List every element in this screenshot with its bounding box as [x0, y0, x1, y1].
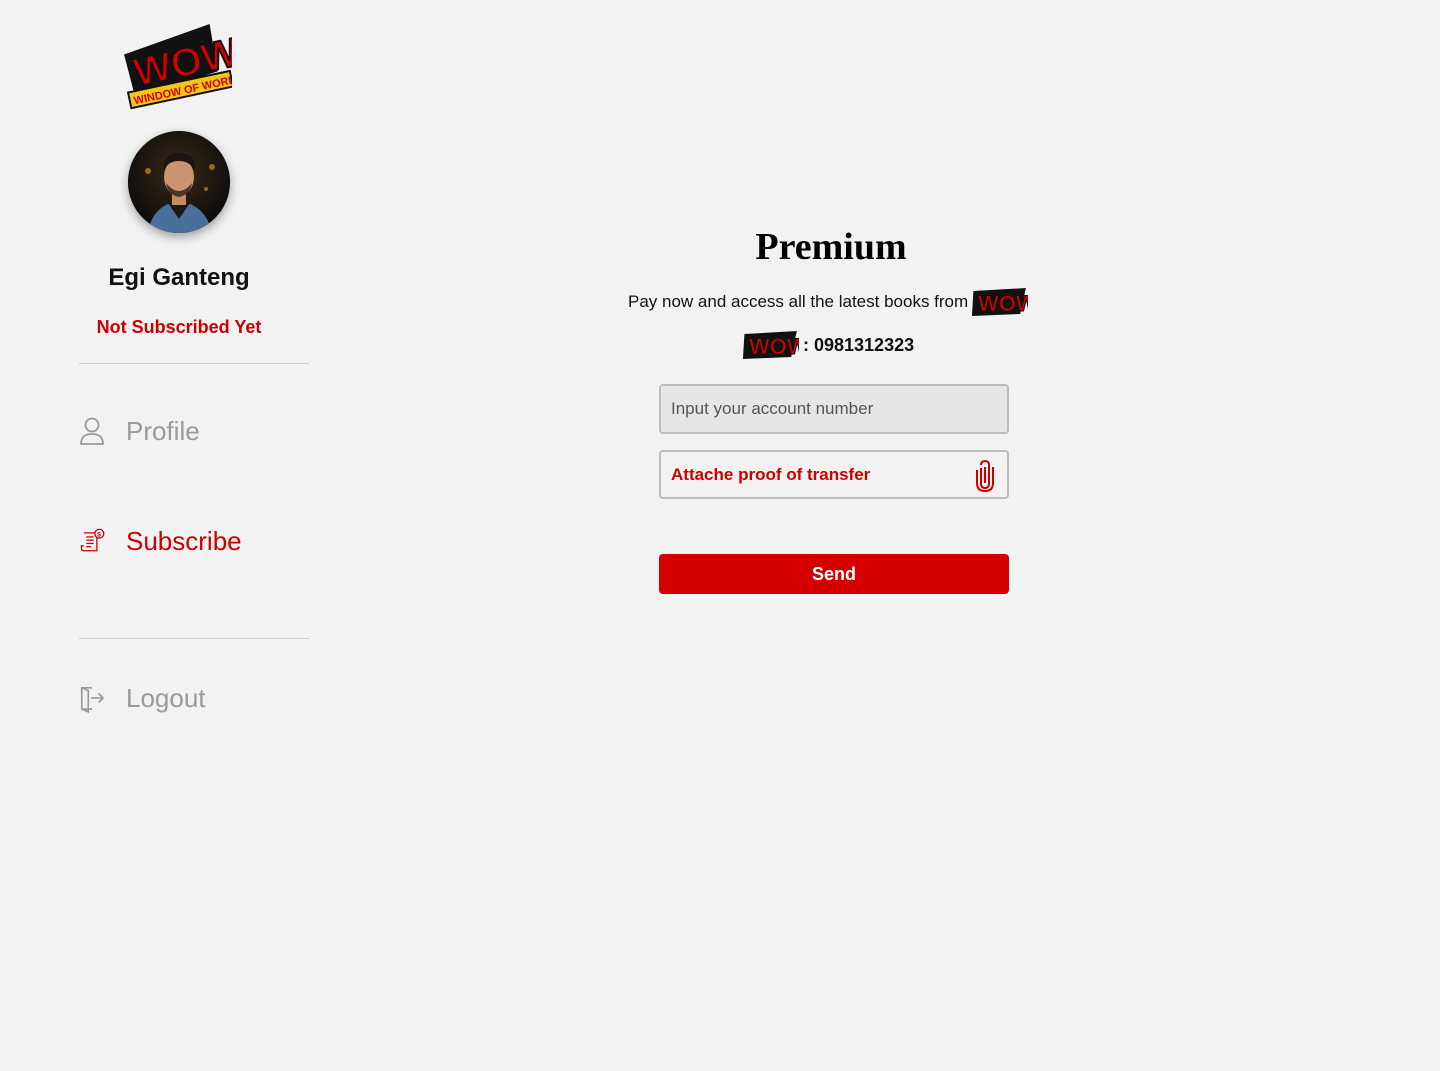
attach-proof-label: Attache proof of transfer — [671, 464, 871, 484]
account-line: WOW : 0981312323 — [743, 329, 914, 361]
sidebar-item-label: Logout — [126, 682, 206, 713]
subscription-status: Not Subscribed Yet — [96, 317, 262, 337]
paperclip-icon — [973, 458, 997, 492]
info-line: Pay now and access all the latest books … — [628, 286, 1028, 318]
main-content: Premium Pay now and access all the lates… — [360, 0, 1440, 1071]
wow-logo[interactable]: WOW WINDOW OF WORLD — [120, 22, 232, 114]
avatar-photo — [128, 131, 230, 233]
account-number-input[interactable] — [659, 384, 1009, 434]
user-icon — [79, 416, 105, 446]
sidebar-item-subscribe[interactable]: $ Subscribe — [79, 521, 242, 561]
sidebar: WOW WINDOW OF WORLD Egi Ganteng Not Subs… — [0, 0, 360, 1071]
wow-mini-logo: WOW — [972, 287, 1028, 317]
mini-logo-word: WOW — [749, 334, 799, 359]
attach-proof-field[interactable]: Attache proof of transfer — [659, 450, 1009, 499]
page: WOW WINDOW OF WORLD Egi Ganteng Not Subs… — [0, 0, 1440, 1071]
sidebar-item-logout[interactable]: Logout — [79, 678, 206, 718]
send-button[interactable]: Send — [659, 554, 1009, 594]
sidebar-divider — [79, 638, 309, 639]
wow-mini-logo: WOW — [743, 330, 799, 360]
sidebar-item-label: Profile — [126, 415, 200, 446]
avatar[interactable] — [128, 131, 230, 233]
svg-text:$: $ — [97, 532, 101, 539]
wow-logo-graphic: WOW WINDOW OF WORLD — [124, 24, 232, 110]
account-number: : 0981312323 — [803, 334, 915, 355]
sidebar-item-profile[interactable]: Profile — [79, 411, 200, 451]
user-name: Egi Ganteng — [108, 264, 250, 291]
page-title: Premium — [755, 226, 907, 269]
bill-dollar-icon: $ — [79, 526, 105, 556]
sidebar-item-label: Subscribe — [126, 525, 242, 556]
logout-icon — [79, 683, 105, 713]
mini-logo-word: WOW — [978, 291, 1028, 316]
info-text: Pay now and access all the latest books … — [628, 292, 969, 311]
sidebar-divider — [79, 363, 309, 364]
